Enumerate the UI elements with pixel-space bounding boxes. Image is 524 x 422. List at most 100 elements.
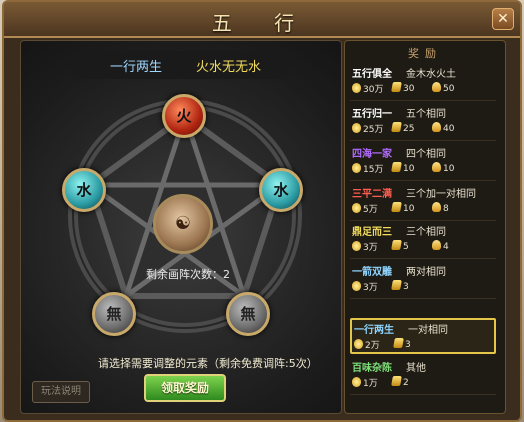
reward-item: 2万: [354, 338, 380, 351]
reward-amount: 3万: [363, 283, 378, 293]
instruction-text: 请选择需要调整的元素（剩余免费调阵:5次）: [98, 357, 318, 370]
reward-amount: 25: [403, 124, 415, 134]
reward-amount: 5: [403, 242, 409, 252]
reward-item: 10: [391, 202, 415, 214]
reward-name: 三平二满: [352, 189, 392, 200]
coin-icon: [352, 241, 361, 251]
reward-item: 3万: [352, 280, 378, 293]
reward-condition: 金木水火土: [406, 69, 456, 80]
current-elements: 火水无无水: [196, 60, 262, 75]
reward-item: 1万: [352, 376, 378, 389]
reward-name: 五行归一: [352, 109, 392, 120]
reward-item: 4: [432, 240, 449, 252]
reward-item: 30万: [352, 82, 383, 95]
gold-bar-icon: [391, 122, 402, 132]
reward-amount: 8: [443, 204, 449, 214]
coin-icon: [352, 123, 361, 133]
reward-header: 奖励: [408, 47, 442, 60]
reward-item: 5: [391, 240, 409, 252]
reward-row[interactable]: 四海一家 四个相同 15万 10 10: [350, 144, 496, 181]
reward-amount: 25万: [363, 125, 384, 135]
gold-bar-icon: [393, 338, 404, 348]
ingot-icon: [432, 202, 441, 212]
reward-item: 3: [391, 280, 409, 292]
coin-icon: [352, 377, 361, 387]
orb-left-water[interactable]: 水: [62, 168, 106, 212]
orb-right-water[interactable]: 水: [259, 168, 303, 212]
reward-item: 8: [432, 202, 449, 214]
orb-bottom-right-empty[interactable]: 無: [226, 292, 270, 336]
gold-bar-icon: [391, 240, 402, 250]
reward-condition: 一对相同: [408, 325, 448, 336]
taiji-center-icon[interactable]: ☯: [153, 194, 213, 254]
coin-icon: [354, 339, 363, 349]
reward-condition: 两对相同: [406, 267, 446, 278]
reward-amount: 10: [443, 164, 455, 174]
gold-bar-icon: [391, 202, 402, 212]
reward-amount: 10: [403, 164, 415, 174]
gold-bar-icon: [391, 280, 402, 290]
coin-icon: [352, 203, 361, 213]
help-button[interactable]: 玩法说明: [32, 381, 90, 403]
reward-name: 鼎足而三: [352, 227, 392, 238]
title-bar[interactable]: 五 行 ✕: [4, 2, 520, 38]
reward-name: 一箭双雕: [352, 267, 392, 278]
reward-amount: 5万: [363, 205, 378, 215]
reward-condition: 其他: [406, 363, 426, 374]
reward-condition: 三个相同: [406, 227, 446, 238]
reward-item: 10: [432, 162, 454, 174]
reward-name: 百味杂陈: [352, 363, 392, 374]
ingot-icon: [432, 162, 441, 172]
gold-bar-icon: [391, 376, 402, 386]
reward-item: 3: [393, 338, 411, 350]
ingot-icon: [432, 122, 441, 132]
reward-item: 10: [391, 162, 415, 174]
reward-amount: 30万: [363, 85, 384, 95]
current-result-banner: 一行两生 火水无无水: [60, 51, 300, 79]
coin-icon: [352, 281, 361, 291]
reward-amount: 2万: [365, 341, 380, 351]
orb-top-fire[interactable]: 火: [162, 94, 206, 138]
reward-row[interactable]: 五行归一 五个相同 25万 25 40: [350, 104, 496, 141]
reward-amount: 30: [403, 84, 415, 94]
reward-condition: 五个相同: [406, 109, 446, 120]
gold-bar-icon: [391, 162, 402, 172]
reward-name: 一行两生: [354, 325, 394, 336]
reward-amount: 10: [403, 204, 415, 214]
reward-item: 3万: [352, 240, 378, 253]
reward-item: 5万: [352, 202, 378, 215]
ingot-icon: [432, 240, 441, 250]
reward-item: 25万: [352, 122, 383, 135]
reward-row[interactable]: 百味杂陈 其他 1万 2: [350, 358, 496, 395]
current-result-name: 一行两生: [110, 60, 163, 75]
ingot-icon: [432, 82, 441, 92]
reward-amount: 1万: [363, 379, 378, 389]
reward-amount: 3: [405, 340, 411, 350]
reward-condition: 四个相同: [406, 149, 446, 160]
reward-item: 50: [432, 82, 454, 94]
reward-item: 2: [391, 376, 409, 388]
reward-amount: 2: [403, 378, 409, 388]
reward-item: 40: [432, 122, 454, 134]
claim-reward-button[interactable]: 领取奖励: [144, 374, 226, 402]
reward-amount: 40: [443, 124, 455, 134]
reward-condition: 三个加一对相同: [406, 189, 476, 200]
reward-row[interactable]: 一行两生 一对相同 2万 3: [350, 318, 496, 354]
gold-bar-icon: [391, 82, 402, 92]
reward-name: 四海一家: [352, 149, 392, 160]
reward-amount: 3: [403, 282, 409, 292]
reward-row[interactable]: 鼎足而三 三个相同 3万 5 4: [350, 222, 496, 259]
coin-icon: [352, 163, 361, 173]
reward-row[interactable]: 三平二满 三个加一对相同 5万 10 8: [350, 184, 496, 221]
reward-item: 25: [391, 122, 415, 134]
reward-amount: 4: [443, 242, 449, 252]
reward-item: 15万: [352, 162, 383, 175]
close-button[interactable]: ✕: [492, 8, 514, 30]
reward-amount: 50: [443, 84, 455, 94]
reward-row[interactable]: 一箭双雕 两对相同 3万 3: [350, 262, 496, 299]
reward-row[interactable]: 五行俱全 金木水火土 30万 30 50: [350, 64, 496, 101]
orb-bottom-left-empty[interactable]: 無: [92, 292, 136, 336]
reward-item: 30: [391, 82, 415, 94]
remaining-count: 剩余画阵次数：2: [146, 268, 230, 281]
coin-icon: [352, 83, 361, 93]
